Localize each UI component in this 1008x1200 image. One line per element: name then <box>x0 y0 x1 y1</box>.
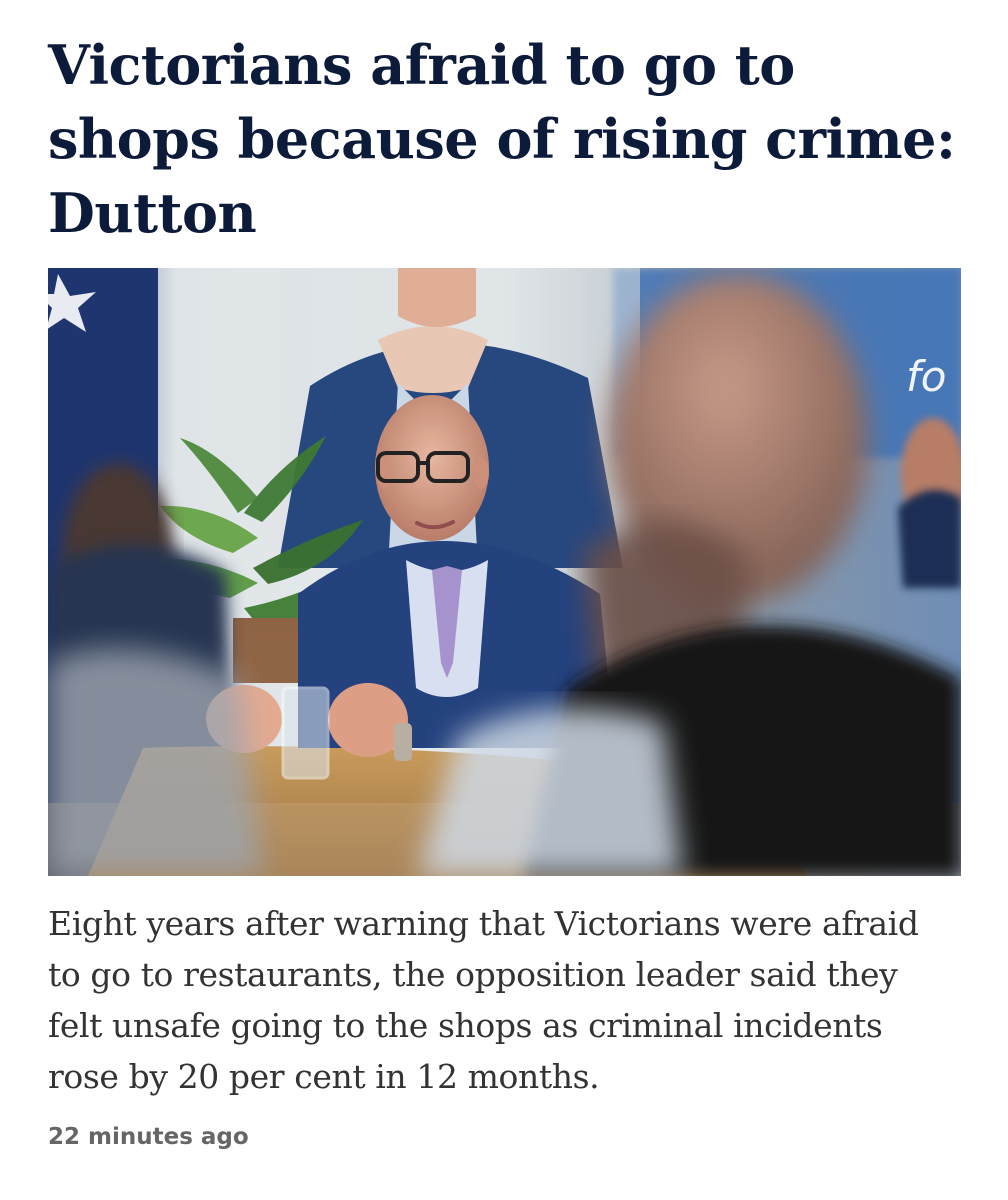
article-timestamp: 22 minutes ago <box>48 1124 249 1150</box>
article-headline[interactable]: Victorians afraid to go to shops because… <box>48 28 978 250</box>
article-summary: Eight years after warning that Victorian… <box>48 904 919 1096</box>
news-article-card[interactable]: Victorians afraid to go to shops because… <box>0 0 1008 1200</box>
article-photo[interactable]: fo <box>48 268 961 876</box>
photo-illustration: fo <box>48 268 961 876</box>
background-sign-text: fo <box>906 352 946 401</box>
